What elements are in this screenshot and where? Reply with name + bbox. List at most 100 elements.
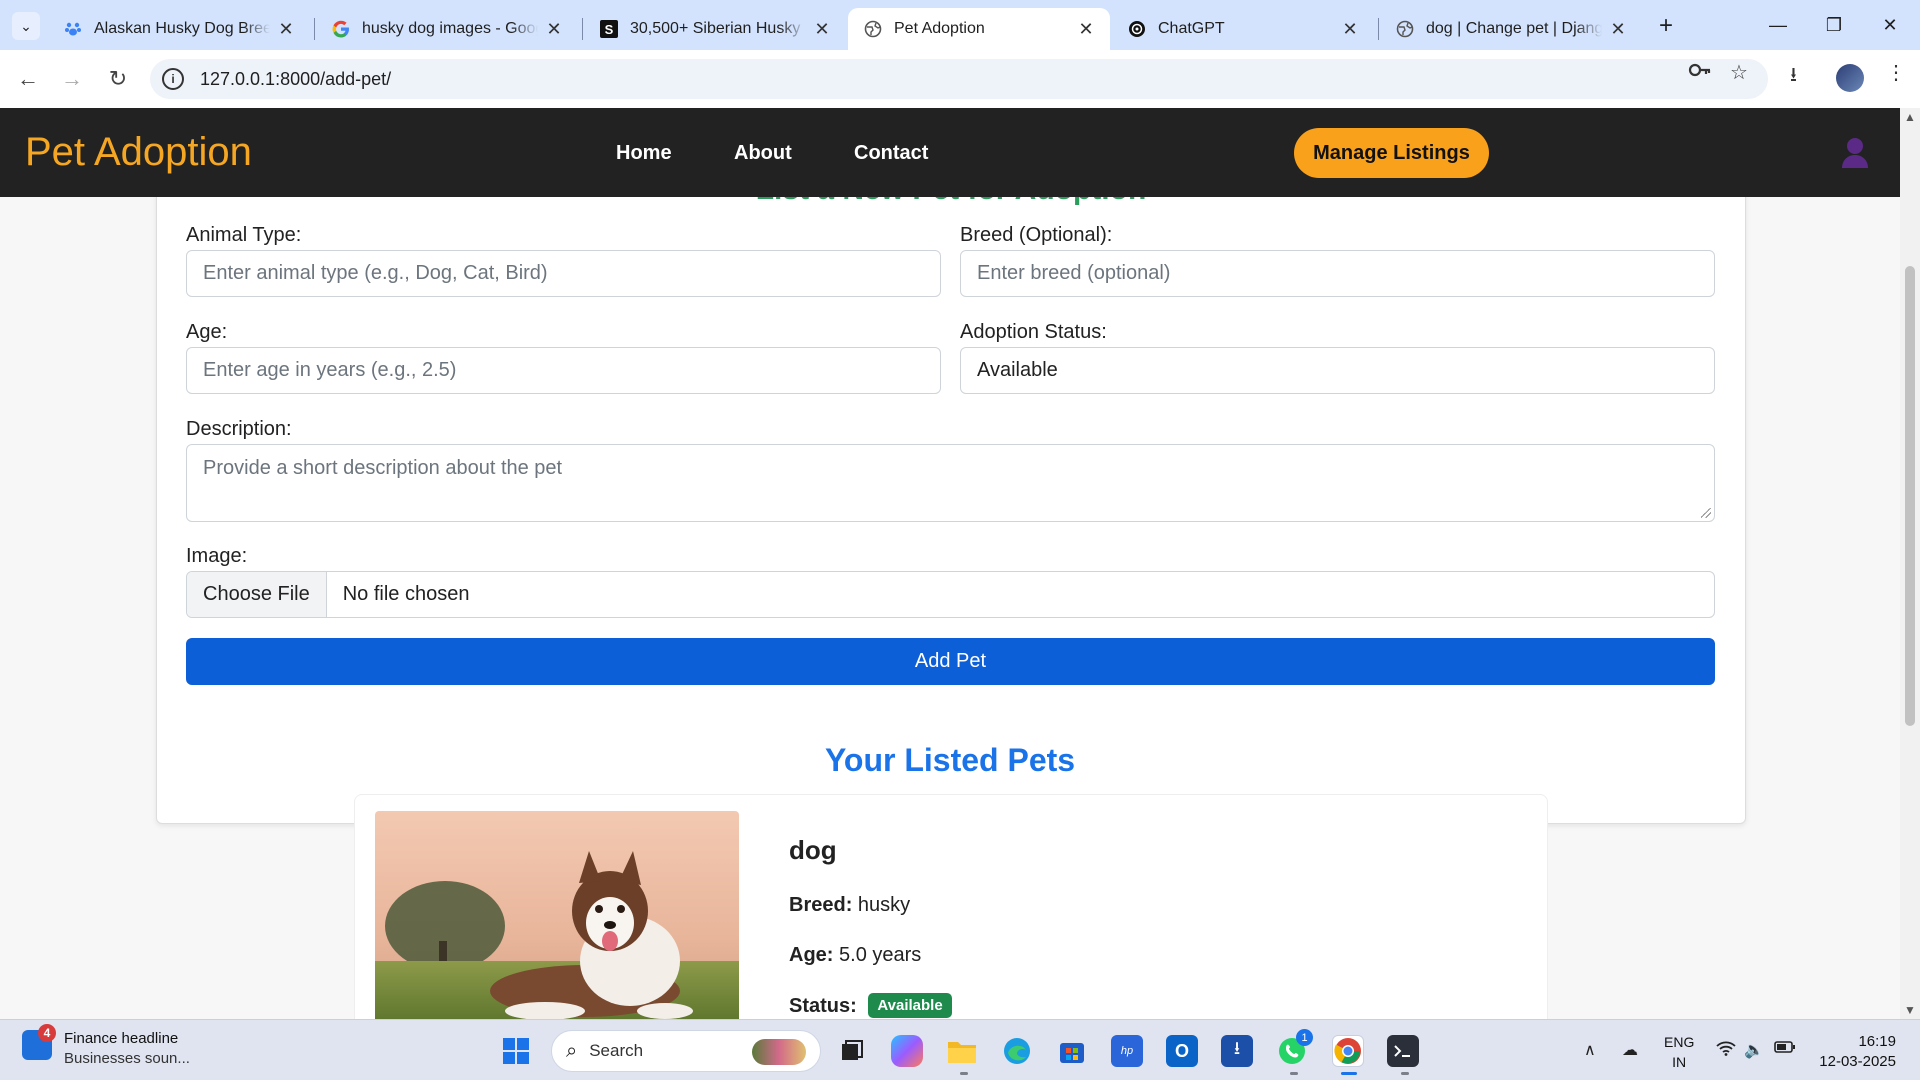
scroll-down-icon[interactable]: ▼ — [1904, 1003, 1916, 1017]
whatsapp-badge: 1 — [1296, 1029, 1313, 1046]
search-icon: ⌕ — [566, 1039, 578, 1062]
terminal-icon[interactable] — [1387, 1035, 1419, 1067]
pet-breed: Breed: husky — [789, 894, 910, 917]
image-file-input[interactable]: Choose File No file chosen — [186, 571, 1715, 618]
tab-django-admin[interactable]: dog | Change pet | Django site admin ✕ — [1380, 8, 1642, 50]
url-text: 127.0.0.1:8000/add-pet/ — [200, 68, 392, 89]
adoption-status-select[interactable]: Available — [960, 347, 1715, 394]
chrome-icon[interactable] — [1332, 1035, 1364, 1067]
search-highlight-icon — [752, 1039, 806, 1065]
address-bar[interactable]: i 127.0.0.1:8000/add-pet/ — [150, 59, 1768, 99]
pet-age: Age: 5.0 years — [789, 944, 921, 967]
user-icon[interactable] — [1840, 136, 1870, 168]
browser-tab-bar: ⌄ Alaskan Husky Dog Breed: ... ✕ husky d… — [0, 0, 1920, 50]
close-tab-icon[interactable]: ✕ — [812, 19, 832, 40]
chatgpt-icon — [1128, 20, 1146, 38]
minimize-icon[interactable]: — — [1750, 8, 1806, 42]
age-input[interactable]: Enter age in years (e.g., 2.5) — [186, 347, 941, 394]
tab-google-search[interactable]: husky dog images - Google Search ✕ — [316, 8, 578, 50]
manage-listings-button[interactable]: Manage Listings — [1294, 128, 1489, 178]
outlook-icon[interactable]: O — [1166, 1035, 1198, 1067]
download-icon[interactable]: ⭳ — [1790, 60, 1797, 94]
close-tab-icon[interactable]: ✕ — [544, 19, 564, 40]
age-label: Age: — [186, 321, 228, 343]
description-placeholder: Provide a short description about the pe… — [203, 457, 563, 479]
news-widget[interactable]: 4 Finance headline Businesses soun... — [22, 1024, 190, 1067]
page-viewport: List a New Pet for Adoption Animal Type:… — [0, 108, 1920, 1019]
new-tab-icon[interactable]: + — [1652, 12, 1680, 40]
onedrive-icon[interactable]: ☁ — [1622, 1040, 1638, 1060]
site-header: Pet Adoption Home About Contact Manage L… — [0, 108, 1900, 197]
close-tab-icon[interactable]: ✕ — [1608, 19, 1628, 40]
add-pet-button[interactable]: Add Pet — [186, 638, 1715, 685]
nav-home[interactable]: Home — [616, 142, 672, 165]
nav-contact[interactable]: Contact — [854, 142, 928, 165]
pet-card: dog Breed: husky Age: 5.0 years Status: … — [354, 794, 1548, 1019]
page-scrollbar[interactable]: ▲ ▼ — [1900, 108, 1920, 1019]
widgets-icon: 4 — [22, 1024, 56, 1060]
animal-type-label: Animal Type: — [186, 224, 302, 246]
browser-menu-icon[interactable]: ⋮ — [1886, 60, 1906, 85]
file-status-text: No file chosen — [342, 583, 470, 605]
whatsapp-icon[interactable]: 1 — [1276, 1029, 1313, 1067]
downloader-icon[interactable]: ⭳ — [1221, 1035, 1253, 1067]
copilot-icon[interactable] — [891, 1035, 923, 1067]
pet-status: Status: Available — [789, 993, 952, 1018]
scroll-up-icon[interactable]: ▲ — [1904, 110, 1916, 124]
taskbar-search[interactable]: ⌕ Search — [551, 1030, 821, 1072]
volume-icon[interactable]: 🔈 — [1744, 1040, 1764, 1060]
istock-icon: S — [600, 20, 618, 38]
description-textarea[interactable]: Provide a short description about the pe… — [186, 444, 1715, 522]
pet-status-label: Status: — [789, 995, 857, 1017]
widget-subtitle: Businesses soun... — [64, 1050, 190, 1067]
choose-file-button[interactable]: Choose File — [187, 572, 327, 617]
system-clock[interactable]: 16:19 12-03-2025 — [1810, 1032, 1896, 1072]
profile-avatar[interactable] — [1836, 64, 1864, 92]
battery-icon[interactable] — [1774, 1040, 1796, 1059]
wifi-icon[interactable] — [1716, 1040, 1736, 1061]
language-indicator[interactable]: ENG IN — [1664, 1032, 1694, 1072]
windows-start-icon[interactable] — [500, 1035, 532, 1067]
key-icon[interactable] — [1688, 60, 1712, 86]
tab-pet-adoption[interactable]: Pet Adoption ✕ — [848, 8, 1110, 50]
clock-date: 12-03-2025 — [1819, 1053, 1896, 1070]
close-tab-icon[interactable]: ✕ — [1340, 19, 1360, 40]
google-icon — [332, 20, 350, 38]
restore-icon[interactable]: ❐ — [1806, 8, 1862, 42]
site-brand[interactable]: Pet Adoption — [25, 130, 252, 175]
microsoft-store-icon[interactable] — [1056, 1035, 1088, 1067]
pet-breed-label: Breed: — [789, 894, 853, 916]
breed-input[interactable]: Enter breed (optional) — [960, 250, 1715, 297]
edge-icon[interactable] — [1001, 1035, 1033, 1067]
file-explorer-icon[interactable] — [946, 1035, 978, 1067]
myhp-icon[interactable]: hp — [1111, 1035, 1143, 1067]
pet-age-label: Age: — [789, 944, 834, 966]
tab-istock[interactable]: S 30,500+ Siberian Husky Stock Photos ✕ — [584, 8, 846, 50]
task-view-icon[interactable] — [836, 1035, 868, 1067]
pet-name: dog — [789, 835, 837, 865]
taskbar-search-label: Search — [589, 1041, 644, 1060]
status-badge: Available — [868, 993, 952, 1018]
tab-chatgpt[interactable]: ChatGPT ✕ — [1112, 8, 1374, 50]
forward-icon[interactable]: → — [56, 63, 88, 95]
clock-time: 16:19 — [1858, 1033, 1896, 1050]
bookmark-star-icon[interactable]: ☆ — [1730, 60, 1748, 85]
scrollbar-thumb[interactable] — [1905, 266, 1915, 726]
close-tab-icon[interactable]: ✕ — [276, 19, 296, 40]
tab-alaskan-husky[interactable]: Alaskan Husky Dog Breed: ... ✕ — [48, 8, 310, 50]
windows-taskbar: 4 Finance headline Businesses soun... ⌕ … — [0, 1019, 1920, 1080]
resize-grip-icon[interactable] — [1701, 508, 1711, 518]
image-label: Image: — [186, 545, 248, 567]
site-info-icon[interactable]: i — [162, 68, 184, 90]
show-hidden-icons[interactable]: ∧ — [1584, 1040, 1596, 1060]
lang-bottom: IN — [1672, 1054, 1687, 1070]
globe-icon — [1396, 20, 1414, 38]
nav-about[interactable]: About — [734, 142, 792, 165]
animal-type-input[interactable]: Enter animal type (e.g., Dog, Cat, Bird) — [186, 250, 941, 297]
reload-icon[interactable]: ↻ — [102, 63, 134, 95]
close-window-icon[interactable]: ✕ — [1862, 8, 1918, 42]
breed-label: Breed (Optional): — [960, 224, 1113, 246]
tab-search-dropdown-icon[interactable]: ⌄ — [12, 12, 40, 40]
back-icon[interactable]: ← — [12, 63, 44, 95]
close-tab-icon[interactable]: ✕ — [1076, 19, 1096, 40]
